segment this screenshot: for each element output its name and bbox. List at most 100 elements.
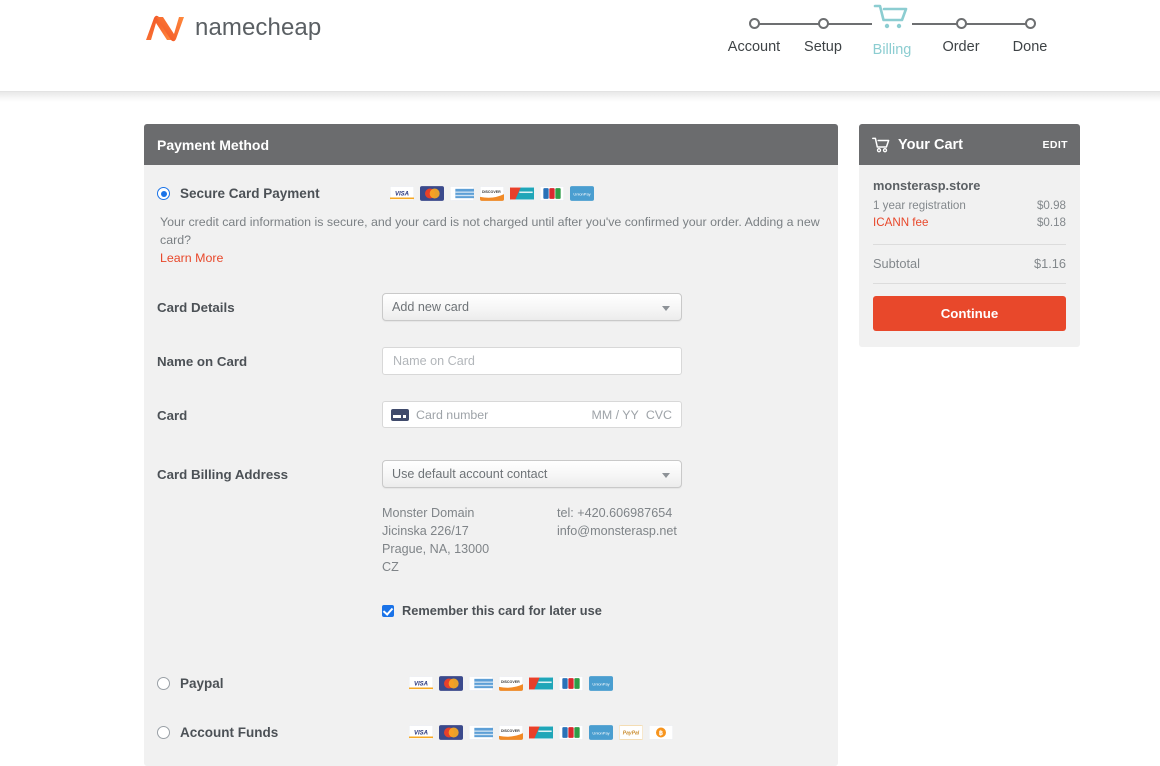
payment-method-panel: Payment Method Secure Card Payment VISA: [144, 124, 838, 766]
cart-item-price: $0.18: [1036, 216, 1066, 229]
shopping-cart-icon: [872, 137, 890, 152]
checkout-stepper: Account Setup Billing Order Done: [720, 2, 1064, 72]
paypal-icon: PayPal: [619, 725, 643, 740]
diners-club-icon: [529, 725, 553, 740]
radio-paypal[interactable]: [157, 677, 170, 690]
billing-address-details: Monster Domain Jicinska 226/17 Prague, N…: [382, 504, 824, 576]
card-billing-address-row: Card Billing Address Use default account…: [157, 460, 824, 618]
account-funds-card-logos: VISA DISCOVER UnionPay PayPal ฿: [409, 725, 673, 740]
paypal-card-logos: VISA DISCOVER UnionPay: [409, 676, 613, 691]
cart-line-item: ICANN fee $0.18: [873, 214, 1066, 231]
cart-subtotal-row: Subtotal $1.16: [873, 256, 1066, 283]
payment-option-paypal[interactable]: Paypal VISA DISCOVER UnionPay: [157, 676, 824, 691]
cart-item-name: 1 year registration: [873, 199, 966, 212]
step-label: Setup: [804, 39, 842, 55]
step-diamond-icon: [953, 15, 969, 32]
bitcoin-icon: ฿: [649, 725, 673, 740]
step-diamond-icon: [1022, 15, 1038, 32]
card-number-input[interactable]: Card number MM / YY CVC: [382, 401, 682, 428]
cart-subtotal-value: $1.16: [1033, 256, 1066, 271]
svg-text:PayPal: PayPal: [623, 731, 640, 737]
jcb-icon: [559, 676, 583, 691]
step-order[interactable]: Order: [927, 10, 995, 58]
svg-text:UnionPay: UnionPay: [573, 192, 590, 197]
secure-note-text: Your credit card information is secure, …: [160, 215, 820, 247]
step-done[interactable]: Done: [996, 10, 1064, 58]
card-billing-address-label: Card Billing Address: [157, 467, 289, 482]
credit-card-icon: [391, 408, 409, 421]
name-on-card-row: Name on Card Name on Card: [157, 347, 824, 375]
step-diamond-icon: [815, 15, 831, 32]
payment-option-secure-card[interactable]: Secure Card Payment VISA DISCOVER UnionP…: [157, 186, 824, 201]
svg-text:UnionPay: UnionPay: [592, 682, 609, 687]
step-circle-icon: [748, 18, 760, 29]
namecheap-logo-icon: [146, 15, 184, 42]
card-details-label: Card Details: [157, 300, 235, 315]
payment-option-label: Account Funds: [180, 725, 279, 740]
learn-more-link[interactable]: Learn More: [160, 249, 223, 267]
mastercard-icon: [439, 676, 463, 691]
contact-street: Jicinska 226/17: [382, 524, 469, 538]
brand-logo[interactable]: namecheap: [144, 13, 321, 43]
cart-subtotal-label: Subtotal: [873, 256, 920, 271]
shopping-cart-icon: [872, 2, 912, 32]
remember-card-checkbox[interactable]: [382, 604, 394, 617]
cart-item-name: ICANN fee: [873, 216, 929, 229]
billing-address-select[interactable]: Use default account contact: [382, 460, 682, 488]
visa-icon: VISA: [409, 725, 433, 740]
diners-club-icon: [510, 186, 534, 201]
name-on-card-input[interactable]: Name on Card: [382, 347, 682, 375]
card-details-select[interactable]: Add new card: [382, 293, 682, 321]
svg-text:DISCOVER: DISCOVER: [482, 190, 501, 194]
contact-city-state-zip: Prague, NA, 13000: [382, 542, 490, 556]
unionpay-icon: UnionPay: [589, 676, 613, 691]
card-expiry-placeholder[interactable]: MM / YY: [592, 408, 639, 422]
cart-edit-link[interactable]: EDIT: [1042, 139, 1068, 151]
svg-text:VISA: VISA: [395, 192, 409, 198]
discover-icon: DISCOVER: [499, 725, 523, 740]
cart-title: Your Cart: [898, 136, 963, 153]
remember-card-label: Remember this card for later use: [402, 603, 602, 618]
radio-secure-card[interactable]: [157, 187, 170, 200]
mastercard-icon: [420, 186, 444, 201]
step-label: Account: [727, 39, 781, 55]
contact-name: Monster Domain: [382, 506, 475, 520]
radio-account-funds[interactable]: [157, 726, 170, 739]
jcb-icon: [540, 186, 564, 201]
panel-title: Payment Method: [157, 136, 270, 153]
step-label: Done: [1012, 39, 1048, 55]
cart-domain-name: monsterasp.store: [873, 178, 981, 193]
amex-icon: [469, 676, 493, 691]
svg-text:DISCOVER: DISCOVER: [501, 680, 520, 684]
payment-option-account-funds[interactable]: Account Funds VISA DISCOVER UnionPay Pay…: [157, 725, 824, 740]
payment-option-label: Paypal: [180, 676, 224, 691]
visa-icon: VISA: [390, 186, 414, 201]
step-label: Billing: [872, 42, 912, 58]
remember-card-row[interactable]: Remember this card for later use: [382, 603, 824, 618]
contact-country: CZ: [382, 560, 399, 574]
step-billing[interactable]: Billing: [858, 2, 926, 58]
card-details-row: Card Details Add new card: [157, 293, 824, 321]
secure-payment-note: Your credit card information is secure, …: [160, 213, 824, 267]
card-cvc-placeholder[interactable]: CVC: [646, 408, 672, 422]
card-row: Card Card number MM / YY CVC: [157, 401, 824, 428]
card-label: Card: [157, 408, 188, 423]
unionpay-icon: UnionPay: [570, 186, 594, 201]
svg-text:VISA: VISA: [414, 731, 428, 737]
step-account[interactable]: Account: [720, 10, 788, 58]
discover-icon: DISCOVER: [480, 186, 504, 201]
cart-divider: [873, 283, 1066, 284]
cart-divider: [873, 244, 1066, 245]
diners-club-icon: [529, 676, 553, 691]
continue-button[interactable]: Continue: [873, 296, 1066, 331]
card-number-placeholder: Card number: [416, 407, 489, 422]
cart-item-price: $0.98: [1036, 199, 1066, 212]
step-setup[interactable]: Setup: [789, 10, 857, 58]
svg-text:DISCOVER: DISCOVER: [501, 729, 520, 733]
amex-icon: [450, 186, 474, 201]
chevron-down-icon: [662, 473, 670, 478]
visa-icon: VISA: [409, 676, 433, 691]
accepted-card-logos: VISA DISCOVER UnionPay: [390, 186, 594, 201]
payment-option-label: Secure Card Payment: [180, 186, 320, 201]
name-on-card-placeholder: Name on Card: [393, 354, 475, 368]
